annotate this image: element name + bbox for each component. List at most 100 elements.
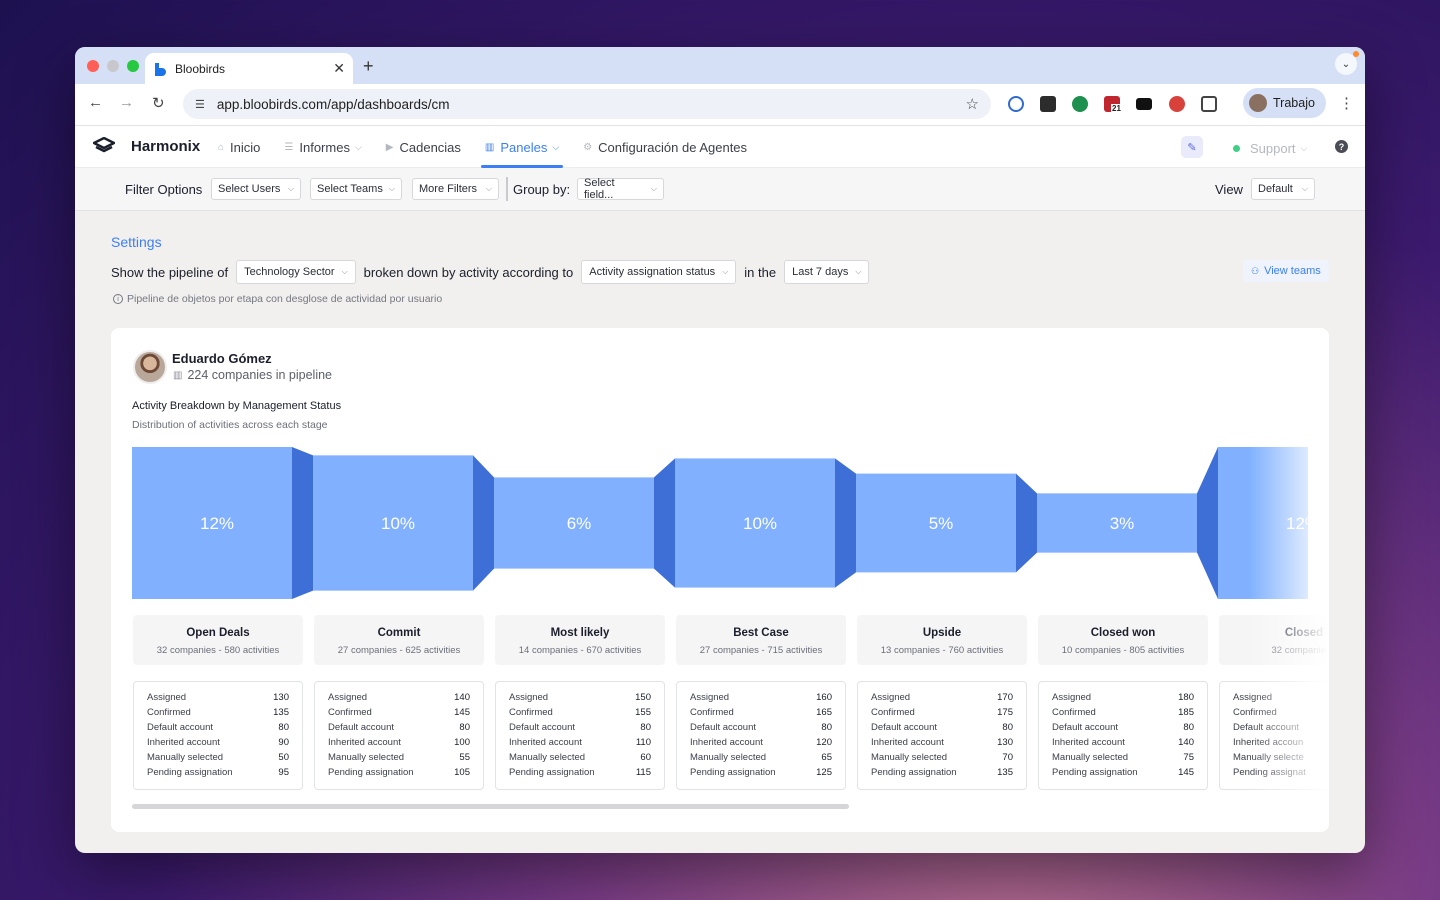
online-status-dot <box>1233 145 1240 152</box>
extension-5-icon[interactable] <box>1136 98 1152 110</box>
stage-stats-card: Assigned 160 Confirmed 165 Default account 80… <box>676 681 846 790</box>
funnel-connector <box>654 458 675 588</box>
nav-item-informes[interactable]: ☰ Informes ⌵ <box>284 126 361 168</box>
forward-arrow-icon[interactable]: → <box>119 94 134 111</box>
stat-row: Pending assignation 105 <box>328 767 470 782</box>
funnel-percentage-label: 3% <box>1110 514 1135 533</box>
funnel-percentage-label: 12% <box>200 514 234 533</box>
new-tab-button[interactable]: + <box>363 56 374 77</box>
notification-dot <box>1353 51 1359 57</box>
select-teams-dropdown[interactable]: Select Teams ⌵ <box>310 178 402 200</box>
stat-value: 90 <box>278 737 289 748</box>
play-icon: ▶ <box>385 141 394 153</box>
chevron-down-icon: ⌵ <box>650 184 657 193</box>
help-icon[interactable]: ? <box>1335 140 1348 153</box>
user-pipeline-count: ▥ 224 companies in pipeline <box>173 368 332 382</box>
chevron-down-icon: ⌵ <box>552 141 560 152</box>
stage-summary-card[interactable]: Closed 32 companies - <box>1219 615 1329 665</box>
stage-summary-card[interactable]: Open Deals 32 companies - 580 activities <box>133 615 303 665</box>
brand-logo[interactable]: Harmonix <box>93 137 200 155</box>
extension-1-icon[interactable] <box>1008 96 1024 112</box>
stage-name: Most likely <box>550 627 610 639</box>
stage-summary-card[interactable]: Closed won 10 companies - 805 activities <box>1038 615 1208 665</box>
company-count: 224 <box>187 368 209 382</box>
stat-value: 125 <box>816 767 832 778</box>
stat-row: Pending assignation 125 <box>690 767 832 782</box>
extensions-puzzle-icon[interactable] <box>1201 96 1217 112</box>
stage-stats-card: Assigned 140 Confirmed 145 Default account 80… <box>314 681 484 790</box>
view-dropdown[interactable]: Default ⌵ <box>1251 178 1315 200</box>
stat-row: Default account 80 <box>147 722 289 737</box>
omnibox[interactable]: ☰ app.bloobirds.com/app/dashboards/cm ☆ <box>183 89 991 119</box>
group-by-dropdown[interactable]: Select field... ⌵ <box>577 177 664 201</box>
settings-text: broken down by activity according to <box>363 264 574 280</box>
nav-item-inicio[interactable]: ⌂ Inicio <box>218 126 260 168</box>
stat-label: Assigned <box>690 692 730 703</box>
period-dropdown[interactable]: Last 7 days ⌵ <box>784 260 870 284</box>
reload-icon[interactable]: ↻ <box>152 94 165 112</box>
nav-item-configuracion-agentes[interactable]: ⚙ Configuración de Agentes <box>583 126 747 168</box>
stat-value: 130 <box>273 692 289 703</box>
chevron-down-icon: ⌵ <box>388 184 395 193</box>
app-navbar: Harmonix ⌂ Inicio ☰ Informes ⌵ ▶ Cadenci… <box>75 126 1365 168</box>
extension-6-icon[interactable] <box>1169 96 1185 112</box>
funnel-chart: 12% 10% 6% 10% 5% 3% 12% <box>132 447 1308 599</box>
browser-tab[interactable]: Bloobirds ✕ <box>145 53 353 84</box>
profile-button[interactable]: Trabajo <box>1243 88 1326 118</box>
horizontal-scrollbar[interactable] <box>132 804 849 809</box>
close-window-button[interactable] <box>87 60 99 72</box>
view-teams-label: View teams <box>1264 265 1321 277</box>
stat-value: 155 <box>635 707 651 718</box>
support-menu[interactable]: Support ⌵ <box>1233 141 1307 156</box>
stat-row: Inherited accoun <box>1233 737 1329 752</box>
agents-icon: ⚙ <box>583 141 593 153</box>
dropdown-value: Last 7 days <box>792 266 849 278</box>
stat-row: Inherited account 120 <box>690 737 832 752</box>
maximize-window-button[interactable] <box>127 60 139 72</box>
stage-summary: 10 companies - 805 activities <box>1061 645 1185 656</box>
stat-row: Inherited account 140 <box>1052 737 1194 752</box>
chevron-down-icon: ⌵ <box>722 267 729 276</box>
stat-value: 80 <box>459 722 470 733</box>
stat-row: Default account 80 <box>871 722 1013 737</box>
nav-label: Informes <box>299 139 350 155</box>
minimize-window-button[interactable] <box>107 60 119 72</box>
stage-summary: 32 companies - 580 activities <box>156 645 280 656</box>
stage-summary-card[interactable]: Best Case 27 companies - 715 activities <box>676 615 846 665</box>
url-text[interactable]: app.bloobirds.com/app/dashboards/cm <box>217 97 966 112</box>
select-users-dropdown[interactable]: Select Users ⌵ <box>211 178 301 200</box>
funnel-connector <box>473 455 494 591</box>
view-teams-button[interactable]: ⚇ View teams <box>1243 260 1329 282</box>
status-dropdown[interactable]: Activity assignation status ⌵ <box>581 260 737 284</box>
site-settings-icon[interactable]: ☰ <box>195 98 205 111</box>
more-filters-dropdown[interactable]: More Filters ⌵ <box>412 178 499 200</box>
brand-name: Harmonix <box>131 137 201 155</box>
nav-item-paneles[interactable]: ▥ Paneles ⌵ <box>480 126 564 168</box>
browser-menu-icon[interactable]: ⋮ <box>1339 94 1354 112</box>
funnel-percentage-label: 10% <box>381 514 415 533</box>
stat-row: Confirmed 155 <box>509 707 651 722</box>
stat-value: 150 <box>635 692 651 703</box>
extension-2-icon[interactable] <box>1040 96 1056 112</box>
bookmark-star-icon[interactable]: ☆ <box>966 95 979 113</box>
stage-summary-card[interactable]: Upside 13 companies - 760 activities <box>857 615 1027 665</box>
magic-wand-icon[interactable]: ✎ <box>1181 136 1203 158</box>
stage-stats-card: Assigned 130 Confirmed 135 Default account 80… <box>133 681 303 790</box>
dropdown-value: Activity assignation status <box>589 266 716 278</box>
stat-row: Manually selected 50 <box>147 752 289 767</box>
back-arrow-icon[interactable]: ← <box>88 94 103 111</box>
bloobirds-favicon-icon <box>155 62 166 76</box>
main-nav: ⌂ Inicio ☰ Informes ⌵ ▶ Cadencias ▥ Pane… <box>218 126 771 168</box>
dropdown-value: Select Teams <box>317 183 383 195</box>
close-tab-icon[interactable]: ✕ <box>333 60 345 77</box>
extension-3-icon[interactable] <box>1072 96 1088 112</box>
stat-row: Confirmed 145 <box>328 707 470 722</box>
sector-dropdown[interactable]: Technology Sector ⌵ <box>236 260 356 284</box>
stat-label: Inherited account <box>1052 737 1125 748</box>
nav-item-cadencias[interactable]: ▶ Cadencias <box>386 126 461 168</box>
stage-summary-card[interactable]: Most likely 14 companies - 670 activities <box>495 615 665 665</box>
stat-label: Pending assignation <box>871 767 957 778</box>
stat-row: Default account 80 <box>328 722 470 737</box>
stage-summary-card[interactable]: Commit 27 companies - 625 activities <box>314 615 484 665</box>
stat-value: 165 <box>816 707 832 718</box>
